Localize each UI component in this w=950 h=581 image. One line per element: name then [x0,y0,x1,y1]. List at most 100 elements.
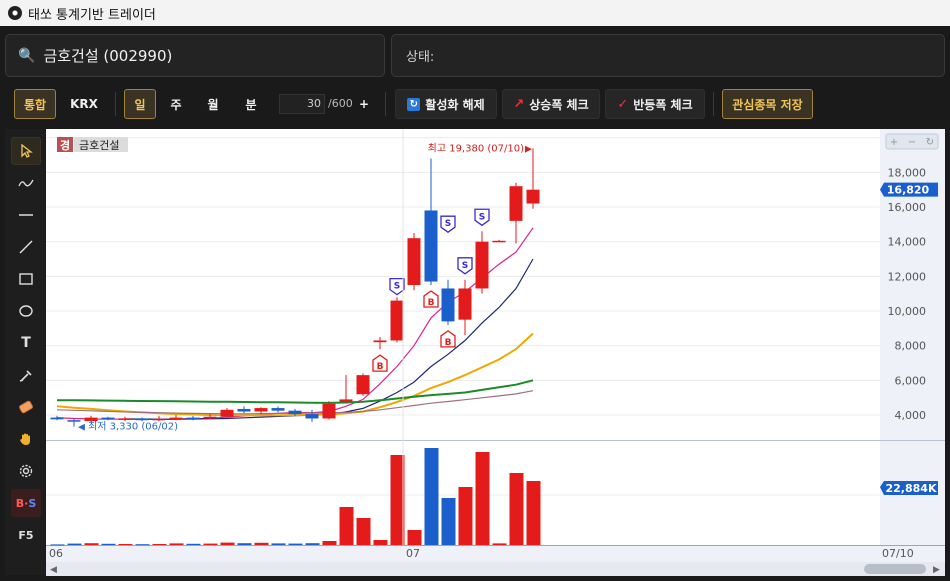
hand-icon [20,433,30,445]
ellipse-tool[interactable] [11,297,41,325]
candle-body [203,416,217,419]
tab-integrated[interactable]: 통합 [14,89,56,119]
volume-bar [254,542,269,545]
rise-check-button[interactable]: ↗ 상승폭 체크 [502,89,600,119]
scrollbar-thumb[interactable] [864,564,926,574]
horizontal-scrollbar[interactable] [46,562,945,576]
volume-bar [50,544,65,546]
price-tick-label: 12,000 [888,270,927,283]
volume-bar [135,544,150,546]
stock-search-field[interactable]: 🔍 금호건설 (002990) [5,34,385,77]
candle-body [509,186,523,221]
count-plus-button[interactable]: + [354,89,374,119]
zoom-out-button[interactable]: − [908,137,916,148]
settings-icon [19,464,33,478]
reset-zoom-button[interactable]: ↻ [926,137,934,148]
volume-bar [271,543,286,545]
volume-bar [220,542,235,545]
scroll-left-icon[interactable]: ◀ [50,565,57,575]
brush-tool[interactable] [11,361,41,389]
rebound-check-label: 반등폭 체크 [633,97,693,112]
tab-daily[interactable]: 일 [124,89,156,119]
volume-bar [492,543,507,545]
save-watchlist-button[interactable]: 관심종목 저장 [722,89,813,119]
candle-body [288,410,302,415]
candle-body [50,417,64,420]
candle-body [356,375,370,395]
top-bar: 🔍 금호건설 (002990) 상태: [0,26,950,84]
candle-body [152,418,166,421]
horizontal-line-icon [19,214,33,216]
candle-body [237,408,251,412]
chart-area[interactable]: ◀ ▶ 20,00018,00016,00014,00012,00010,000… [46,129,945,576]
candle-body [271,408,285,411]
candle-count-input[interactable]: 30 [279,94,325,114]
settings-tool[interactable] [11,457,41,485]
chart-toolbar: 통합 KRX 일 주 월 분 30 /600 + ↻ 활성화 해제 ↗ 상승폭 … [0,84,950,124]
candle-body [322,403,336,419]
f5-icon: F5 [18,528,34,542]
candle-body [67,420,81,422]
candle-body [475,241,489,289]
volume-bar [475,452,490,545]
buy-sell-tool[interactable]: B·S [11,489,41,517]
volume-bar [458,487,473,545]
rectangle-tool[interactable] [11,265,41,293]
volume-bar [407,530,422,545]
price-chart[interactable]: ◀ ▶ 20,00018,00016,00014,00012,00010,000… [46,129,945,576]
zoom-in-button[interactable]: + [890,137,898,148]
date-label-current: 07/10 [882,547,914,560]
window-titlebar: 태쏘 통계기반 트레이더 [0,0,950,26]
current-price-tag: 16,820 [880,182,938,197]
rebound-check-button[interactable]: ✓ 반등폭 체크 [605,89,705,119]
sell-marker-label: S [394,282,400,292]
eraser-tool[interactable] [11,393,41,421]
horizontal-line-tool[interactable] [11,201,41,229]
tab-weekly[interactable]: 주 [160,89,192,119]
f5-refresh-tool[interactable]: F5 [11,521,41,549]
candle-body [169,417,183,420]
candle-body [458,288,472,320]
curve-tool[interactable] [11,169,41,197]
candle-body [441,288,455,322]
hand-tool[interactable] [11,425,41,453]
eraser-icon [19,400,33,414]
tab-monthly[interactable]: 월 [197,89,229,119]
text-tool[interactable]: T [11,329,41,357]
tab-minute[interactable]: 분 [235,89,267,119]
candle-body [373,340,387,343]
text-icon: T [21,335,31,351]
price-tick-label: 14,000 [888,236,927,249]
trend-line-tool[interactable] [11,233,41,261]
low-price-label: 최저 3,330 (06/02) [88,421,178,433]
current-volume-text: 22,884K [886,482,937,495]
volume-bar [169,543,184,545]
date-label-07: 07 [406,547,420,560]
volume-bar [118,544,133,545]
price-tick-label: 8,000 [895,340,927,353]
price-tick-label: 18,000 [888,166,927,179]
volume-bar [152,544,167,545]
cursor-tool[interactable] [11,137,41,165]
volume-bar [509,473,524,545]
deactivate-label: 활성화 해제 [425,97,485,112]
buy-marker-label: B [445,338,452,348]
sell-marker-label: S [479,212,485,222]
scroll-right-icon[interactable]: ▶ [933,565,940,575]
volume-bar [186,543,201,545]
buy-sell-icon: B·S [15,496,37,510]
refresh-icon: ↻ [407,97,421,111]
cursor-icon [21,144,33,158]
date-axis [46,545,945,562]
tab-krx[interactable]: KRX [62,89,106,119]
volume-bar [424,448,439,545]
trend-line-icon [19,240,33,254]
candle-body [220,409,234,417]
volume-bar [373,540,388,545]
toolbar-divider [385,92,386,116]
date-label-06: 06 [49,547,63,560]
warning-badge: 경 [60,138,70,152]
deactivate-button[interactable]: ↻ 활성화 해제 [395,89,497,119]
price-tick-label: 10,000 [888,305,927,318]
candle-body [186,417,200,420]
